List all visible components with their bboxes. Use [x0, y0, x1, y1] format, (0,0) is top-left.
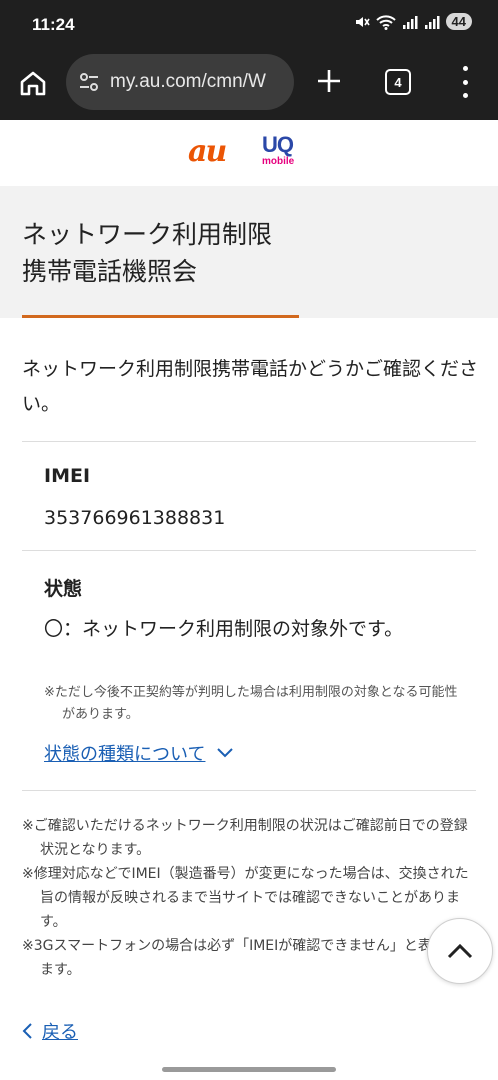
wifi-icon	[375, 14, 396, 30]
footnote: ※3Gスマートフォンの場合は必ず「IMEIが確認できません」と表記されます。	[22, 938, 474, 978]
status-value: 〇：ネットワーク利用制限の対象外です。	[44, 618, 404, 640]
footnote: ※ご確認いただけるネットワーク利用制限の状況はご確認前日での登録状況となります。	[22, 818, 468, 858]
divider	[22, 550, 476, 551]
chevron-left-icon	[22, 1023, 32, 1039]
imei-value: 353766961388831	[44, 507, 226, 529]
intro-text: ネットワーク利用制限携帯電話かどうかご確認ください。	[22, 358, 479, 415]
page-title-line2: 携帯電話機照会	[22, 257, 198, 286]
brand-header: au UQ mobile	[0, 120, 498, 186]
more-menu-button[interactable]	[455, 66, 475, 98]
title-underline	[22, 315, 299, 318]
uq-logo-text: UQ	[262, 132, 294, 157]
status-bar: 11:24 44	[0, 0, 498, 50]
back-link[interactable]: 戻る	[22, 1018, 78, 1044]
battery-indicator: 44	[445, 13, 472, 30]
status-types-label: 状態の種類について	[44, 744, 206, 765]
au-logo[interactable]: au	[188, 134, 227, 169]
footnote: ※修理対応などでIMEI（製造番号）が変更になった場合は、交換された旨の情報が反…	[22, 866, 469, 930]
status-time: 11:24	[32, 15, 75, 34]
more-menu-icon	[462, 66, 468, 71]
new-tab-icon	[318, 70, 340, 92]
status-note: ※ただし今後不正契約等が判明した場合は利用制限の対象となる可能性があります。	[44, 685, 458, 722]
status-label: 状態	[44, 578, 83, 600]
url-text: my.au.com/cmn/W	[110, 71, 266, 92]
gesture-navigation-bar[interactable]	[162, 1067, 336, 1072]
scroll-to-top-button[interactable]	[427, 918, 493, 984]
site-settings-icon[interactable]	[78, 71, 100, 93]
tab-switcher-button[interactable]: 4	[385, 69, 411, 95]
page-title: ネットワーク利用制限 携帯電話機照会	[22, 216, 272, 290]
browser-toolbar: my.au.com/cmn/W 4	[0, 50, 498, 120]
signal-icon	[424, 15, 440, 29]
mute-icon	[355, 16, 370, 27]
home-icon	[20, 71, 46, 96]
address-bar[interactable]: my.au.com/cmn/W	[66, 54, 294, 110]
imei-label: IMEI	[44, 465, 91, 487]
signal-icon	[402, 15, 418, 29]
uq-logo-subtext: mobile	[262, 156, 295, 167]
home-button[interactable]	[18, 68, 48, 98]
footnotes: ※ご確認いただけるネットワーク利用制限の状況はご確認前日での登録状況となります。…	[22, 814, 478, 982]
status-icons: 44	[354, 13, 472, 30]
title-section: ネットワーク利用制限 携帯電話機照会	[0, 186, 498, 318]
uq-mobile-logo[interactable]: UQ mobile	[262, 134, 304, 174]
divider	[22, 790, 476, 791]
chevron-up-icon	[447, 943, 473, 959]
divider	[22, 441, 476, 442]
status-types-link[interactable]: 状態の種類について	[44, 740, 234, 766]
chevron-down-icon	[217, 748, 234, 758]
new-tab-button[interactable]	[314, 66, 344, 96]
back-label: 戻る	[42, 1022, 78, 1043]
page-title-line1: ネットワーク利用制限	[22, 220, 273, 249]
